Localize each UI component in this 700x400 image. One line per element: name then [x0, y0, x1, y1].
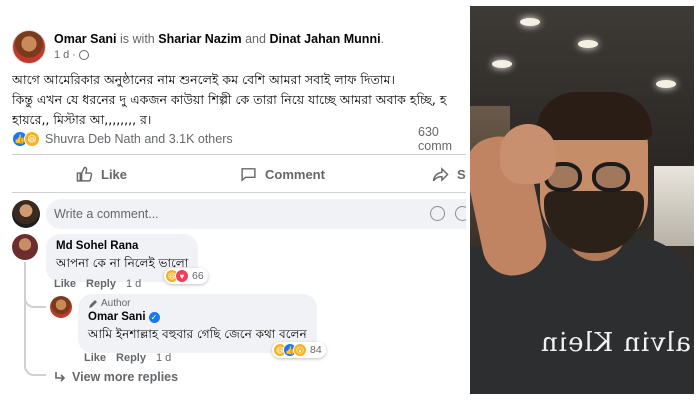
post-body-line: কিন্তু এখন যে ধরনের দু একজন কাউয়া শিল্প… — [12, 92, 447, 107]
like-button[interactable]: Like — [76, 160, 127, 188]
wow-reaction-icon: 😮 — [293, 343, 307, 357]
ceiling-light — [578, 40, 598, 48]
post-meta: 1 d · — [54, 49, 384, 61]
glasses-right-lens — [592, 162, 630, 192]
ceiling-light — [520, 18, 540, 26]
comment-label: Comment — [265, 166, 325, 182]
post-time[interactable]: 1 d — [54, 49, 69, 61]
facebook-post-panel: Omar Sani is with Shariar Nazim and Dina… — [0, 0, 466, 400]
divider — [12, 154, 466, 155]
shirt-brand-text: Calvin Klein — [540, 328, 694, 358]
view-more-connector — [24, 362, 46, 376]
viewer-avatar — [12, 200, 40, 228]
post-header: Omar Sani is with Shariar Nazim and Dina… — [12, 30, 384, 66]
thumbs-up-icon — [76, 166, 93, 182]
share-button[interactable]: Sl — [432, 160, 466, 188]
post-body-line: হায়রে,, মিস্টার আ,,,,,,,, র। — [12, 112, 152, 127]
comment-time[interactable]: 1 d — [126, 278, 141, 290]
reply-arrow-icon — [55, 372, 66, 382]
comment-like-button[interactable]: Like — [54, 278, 76, 290]
comment-reactions[interactable]: 😆 ♥ 66 — [164, 268, 208, 284]
globe-icon — [78, 50, 89, 60]
commenter-avatar[interactable] — [12, 234, 38, 260]
haha-reaction-icon: 😆 — [24, 131, 40, 147]
write-comment-row: Write a comment... — [12, 199, 466, 229]
thread-line — [24, 262, 26, 362]
and-text: and — [245, 32, 266, 46]
view-more-label: View more replies — [72, 370, 179, 384]
comment-reply-button[interactable]: Reply — [86, 278, 116, 290]
reply-time[interactable]: 1 d — [156, 352, 171, 364]
share-icon — [432, 166, 449, 182]
share-label: Sl — [457, 166, 466, 182]
ceiling-light — [492, 60, 512, 68]
man-hand — [500, 124, 556, 184]
man-hair — [536, 92, 652, 140]
with-text: is with — [120, 32, 155, 46]
divider — [12, 192, 466, 193]
tagged-person-1[interactable]: Shariar Nazim — [158, 32, 241, 46]
time-separator: · — [72, 49, 76, 61]
background-window — [654, 166, 694, 246]
verified-badge-icon: ✓ — [148, 311, 160, 323]
post-body-line: আগে আমেরিকার অনুষ্ঠানের নাম শুনলেই কম বে… — [12, 72, 395, 87]
view-more-replies[interactable]: View more replies — [54, 370, 178, 384]
tagged-person-2[interactable]: Dinat Jahan Munni — [269, 32, 380, 46]
post-actions: Like Comment Sl — [12, 160, 466, 188]
reply-like-button[interactable]: Like — [84, 352, 106, 364]
sticker-icon[interactable] — [430, 206, 445, 221]
author-name[interactable]: Omar Sani — [54, 32, 117, 46]
commenter-name[interactable]: Md Sohel Rana — [56, 240, 188, 252]
profile-photo: Calvin Klein — [470, 6, 694, 394]
comment-placeholder: Write a comment... — [54, 207, 159, 221]
emoji-icon[interactable] — [455, 206, 466, 221]
reply-connector — [24, 292, 46, 308]
like-label: Like — [101, 166, 128, 182]
reply-reply-button[interactable]: Reply — [116, 352, 146, 364]
comment-input-icons — [430, 206, 466, 221]
reply-reaction-count: 84 — [310, 344, 322, 356]
post-header-text: Omar Sani is with Shariar Nazim and Dina… — [54, 32, 384, 61]
comments-count[interactable]: 630 comm — [418, 125, 466, 153]
author-tag-label: Author — [101, 298, 131, 309]
reactions-summary[interactable]: 👍 😆 Shuvra Deb Nath and 3.1K others 630 … — [12, 125, 466, 153]
reply-actions: Like Reply 1 d — [84, 352, 171, 364]
post-body: আগে আমেরিকার অনুষ্ঠানের নাম শুনলেই কম বে… — [12, 70, 466, 130]
reply-commenter-name[interactable]: Omar Sani — [88, 311, 146, 323]
ceiling-light — [656, 80, 676, 88]
comment-button[interactable]: Comment — [240, 160, 325, 188]
reply-reactions[interactable]: 😆 👍 😮 84 — [272, 342, 326, 358]
author-line: Omar Sani is with Shariar Nazim and Dina… — [54, 32, 384, 46]
comment-icon — [241, 167, 256, 182]
comment-input[interactable]: Write a comment... — [46, 199, 466, 229]
author-avatar[interactable] — [12, 30, 46, 64]
author-badge: Author — [88, 298, 307, 309]
love-reaction-icon: ♥ — [175, 269, 189, 283]
reply-commenter: Omar Sani ✓ — [88, 311, 307, 323]
pencil-icon — [89, 299, 97, 308]
reactions-names[interactable]: Shuvra Deb Nath and 3.1K others — [45, 132, 233, 146]
comment-actions: Like Reply 1 d — [54, 278, 141, 290]
period: . — [380, 32, 385, 46]
reply-avatar[interactable] — [50, 296, 72, 318]
comment-reaction-count: 66 — [192, 270, 204, 282]
